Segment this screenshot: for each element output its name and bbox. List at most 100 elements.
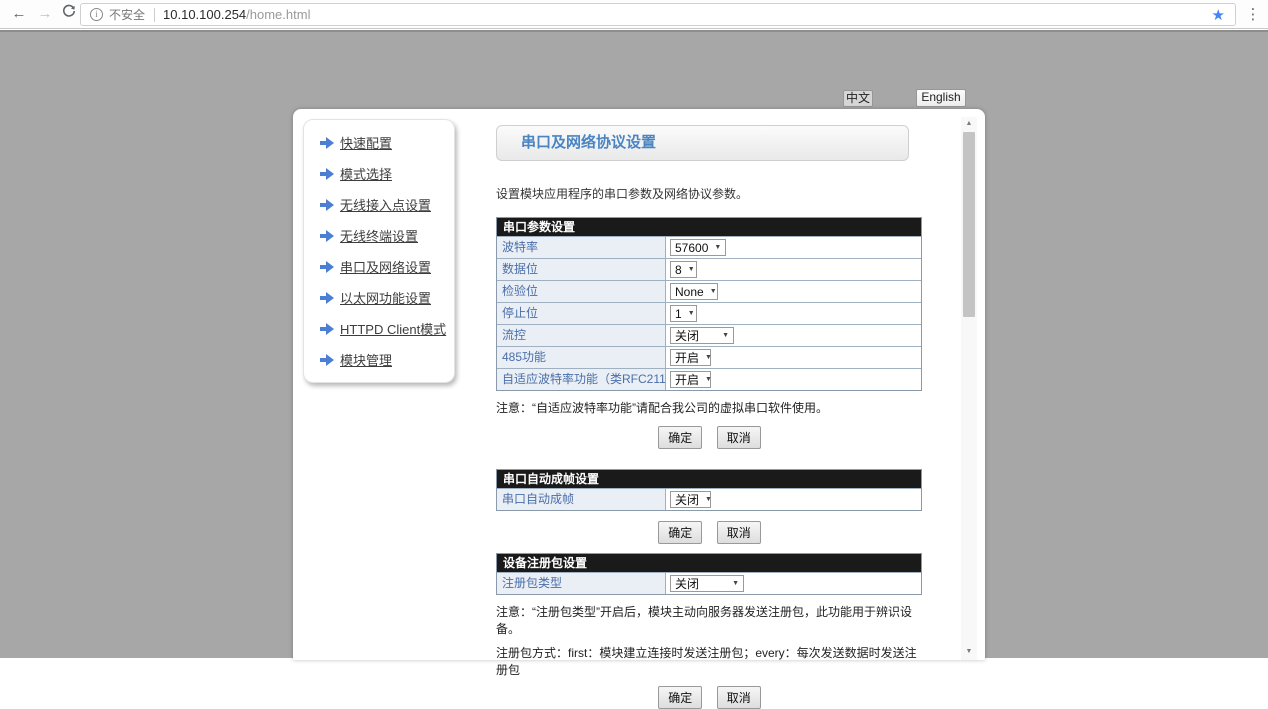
bookmark-star-icon[interactable]: ★ [1212,7,1225,24]
page-title: 串口及网络协议设置 [496,125,909,161]
serial-params-ok-button[interactable]: 确定 [658,426,702,449]
content-scrollbar[interactable]: ▲ ▼ [961,117,977,660]
url-separator [154,8,155,22]
chevron-down-icon: ▼ [682,266,695,273]
table-row: 串口自动成帧 关闭▼ [497,488,921,510]
scroll-down-arrow-icon[interactable]: ▼ [961,645,977,658]
serial-params-buttons: 确定 取消 [496,426,923,449]
chevron-down-icon: ▼ [716,332,729,339]
main-content: 串口及网络协议设置 设置模块应用程序的串口参数及网络协议参数。 串口参数设置 波… [496,125,923,709]
setting-label: 串口自动成帧 [497,489,666,510]
chevron-down-icon: ▼ [708,244,721,251]
table-row: 注册包类型 关闭▼ [497,572,921,594]
register-packet-cancel-button[interactable]: 取消 [717,686,761,709]
sidebar-item-wireless-ap[interactable]: 无线接入点设置 [320,196,454,213]
serial-params-note: 注意：“自适应波特率功能”请配合我公司的虚拟串口软件使用。 [496,399,923,416]
sidebar-item-label: 无线接入点设置 [340,195,431,214]
forward-button[interactable]: → [34,3,56,25]
setting-label: 自适应波特率功能（类RFC2117） [497,369,666,390]
register-packet-type-select[interactable]: 关闭▼ [670,575,744,592]
auto-frame-buttons: 确定 取消 [496,521,923,544]
sidebar-item-serial-network[interactable]: 串口及网络设置 [320,258,454,275]
scroll-up-arrow-icon[interactable]: ▲ [961,117,977,130]
menu-dots-button[interactable]: ⋮ [1244,5,1262,23]
baud-rate-select[interactable]: 57600▼ [670,239,726,256]
arrow-right-icon [320,137,335,149]
table-row: 检验位 None▼ [497,280,921,302]
sidebar-item-mode-select[interactable]: 模式选择 [320,165,454,182]
chevron-down-icon: ▼ [704,288,717,295]
auto-frame-table: 串口自动成帧设置 串口自动成帧 关闭▼ [496,469,922,511]
scrollbar-thumb[interactable] [963,132,975,317]
arrow-right-icon [320,292,335,304]
security-label: 不安全 [109,6,145,23]
setting-label: 流控 [497,325,666,346]
serial-params-table: 串口参数设置 波特率 57600▼ 数据位 8▼ 检验位 None▼ 停止位 1… [496,217,922,391]
table-row: 流控 关闭▼ [497,324,921,346]
page-background: 中文 English 快速配置 模式选择 无线接入点设置 无线终端设置 [0,30,1268,658]
table-header: 串口参数设置 [497,218,921,236]
sidebar-item-module-management[interactable]: 模块管理 [320,351,454,368]
sidebar-item-ethernet[interactable]: 以太网功能设置 [320,289,454,306]
auto-frame-ok-button[interactable]: 确定 [658,521,702,544]
reload-button[interactable] [58,3,80,25]
table-row: 自适应波特率功能（类RFC2117） 开启▼ [497,368,921,390]
sidebar-item-label: 模块管理 [340,350,392,369]
sidebar-item-label: 串口及网络设置 [340,257,431,276]
setting-label: 485功能 [497,347,666,368]
setting-label: 检验位 [497,281,666,302]
chevron-down-icon: ▼ [699,354,712,361]
arrow-right-icon [320,199,335,211]
sidebar-item-label: 以太网功能设置 [340,288,431,307]
arrow-right-icon [320,230,335,242]
chevron-down-icon: ▼ [726,580,739,587]
rs485-select[interactable]: 开启▼ [670,349,711,366]
register-packet-note-2: 注册包方式：first：模块建立连接时发送注册包；every：每次发送数据时发送… [496,644,923,678]
register-packet-buttons: 确定 取消 [496,686,923,709]
flow-control-select[interactable]: 关闭▼ [670,327,734,344]
setting-label: 停止位 [497,303,666,324]
arrow-right-icon [320,261,335,273]
sidebar-item-label: HTTPD Client模式 [340,319,446,338]
url-bar[interactable]: i 不安全 10.10.100.254/home.html ★ [80,3,1236,26]
sidebar-item-label: 无线终端设置 [340,226,418,245]
register-packet-note-1: 注意：“注册包类型”开启后，模块主动向服务器发送注册包，此功能用于辨识设备。 [496,603,923,637]
back-button[interactable]: ← [8,3,30,25]
arrow-right-icon [320,323,335,335]
serial-params-cancel-button[interactable]: 取消 [717,426,761,449]
parity-select[interactable]: None▼ [670,283,718,300]
table-row: 数据位 8▼ [497,258,921,280]
page-subtitle: 设置模块应用程序的串口参数及网络协议参数。 [496,185,923,202]
arrow-right-icon [320,168,335,180]
sidebar-item-quick-config[interactable]: 快速配置 [320,134,454,151]
table-row: 485功能 开启▼ [497,346,921,368]
auto-frame-cancel-button[interactable]: 取消 [717,521,761,544]
table-row: 停止位 1▼ [497,302,921,324]
arrow-right-icon [320,354,335,366]
table-header: 设备注册包设置 [497,554,921,572]
sidebar-item-label: 模式选择 [340,164,392,183]
english-language-button[interactable]: English [916,89,966,107]
sidebar-item-httpd-client[interactable]: HTTPD Client模式 [320,320,454,337]
data-bits-select[interactable]: 8▼ [670,261,697,278]
sidebar-item-label: 快速配置 [340,133,392,152]
stop-bits-select[interactable]: 1▼ [670,305,697,322]
chevron-down-icon: ▼ [699,496,712,503]
browser-toolbar: ← → i 不安全 10.10.100.254/home.html ★ ⋮ [0,0,1268,29]
setting-label: 波特率 [497,237,666,258]
chinese-language-button[interactable]: 中文 [843,90,873,107]
setting-label: 注册包类型 [497,573,666,594]
adaptive-baud-select[interactable]: 开启▼ [670,371,711,388]
site-info-icon[interactable]: i [90,8,103,21]
sidebar-item-wireless-sta[interactable]: 无线终端设置 [320,227,454,244]
table-row: 波特率 57600▼ [497,236,921,258]
url-text[interactable]: 10.10.100.254/home.html [163,7,310,22]
register-packet-table: 设备注册包设置 注册包类型 关闭▼ [496,553,922,595]
setting-label: 数据位 [497,259,666,280]
reload-icon [62,4,76,18]
auto-frame-select[interactable]: 关闭▼ [670,491,711,508]
content-panel: 快速配置 模式选择 无线接入点设置 无线终端设置 串口及网络设置 以太网功能设置 [293,109,985,660]
register-packet-ok-button[interactable]: 确定 [658,686,702,709]
sidebar: 快速配置 模式选择 无线接入点设置 无线终端设置 串口及网络设置 以太网功能设置 [303,119,455,383]
table-header: 串口自动成帧设置 [497,470,921,488]
